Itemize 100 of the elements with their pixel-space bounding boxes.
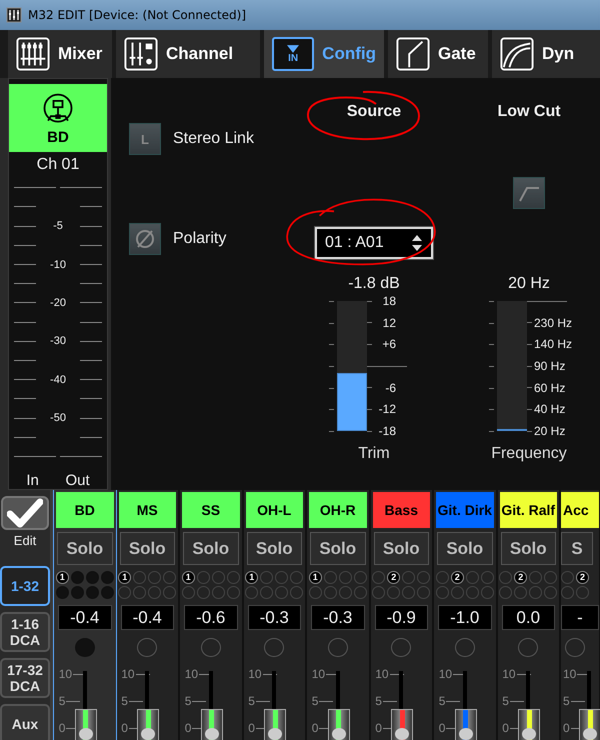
dca-dot[interactable] [290,571,304,584]
fader-knob[interactable] [391,709,414,740]
dca-dot[interactable] [70,571,84,584]
channel-name-tile[interactable]: OH-R [309,492,366,528]
dca-dot[interactable] [163,571,176,584]
channel-strip[interactable]: Git. Ralf Solo 2 0.0 10 5 0 [498,490,561,740]
fader-knob[interactable] [579,709,600,740]
dca-dot[interactable] [544,571,558,584]
dca-dot[interactable]: 2 [576,571,589,584]
dca-dot[interactable] [133,586,146,600]
solo-button[interactable]: Solo [500,532,556,566]
dca-dot[interactable] [275,586,288,600]
dca-dot[interactable] [372,586,386,600]
dca-dot[interactable] [561,586,574,600]
solo-button[interactable]: Solo [374,532,429,566]
dca-dot[interactable] [163,586,176,600]
dca-dot[interactable] [387,586,400,600]
tab[interactable]: Channel [116,30,260,78]
channel-name-tile[interactable]: Git. Dirk [436,492,494,528]
dca-dot[interactable] [402,571,416,584]
dca-dot[interactable]: 2 [450,571,464,584]
solo-button[interactable]: Solo [57,532,112,566]
dca-dot[interactable] [417,571,430,584]
dca-dot[interactable] [308,586,322,600]
dca-dot[interactable] [529,586,542,600]
select-circle[interactable] [200,638,221,658]
channel-name-tile[interactable]: MS [118,492,176,528]
dca-dot[interactable] [402,586,416,600]
polarity-toggle[interactable] [129,223,161,255]
dca-dot[interactable] [260,586,274,600]
dca-dot[interactable] [148,571,162,584]
solo-button[interactable]: Solo [310,532,366,566]
dca-dot[interactable]: 2 [514,571,528,584]
fader-knob[interactable] [454,709,477,740]
dca-dot[interactable] [324,586,337,600]
dca-dot[interactable] [324,571,337,584]
dca-dot[interactable] [196,571,210,584]
fader-knob[interactable] [328,709,350,740]
dca-dot[interactable] [133,571,146,584]
dca-dot[interactable] [417,586,430,600]
select-circle[interactable] [264,638,284,658]
select-circle[interactable] [391,638,412,658]
tab[interactable]: IN Config [264,30,384,78]
dca-dot[interactable] [226,571,240,584]
dca-dot[interactable] [100,571,114,584]
channel-name-tile[interactable]: OH-L [246,492,303,528]
bank-button[interactable]: 1-16 DCA [0,612,50,652]
dca-dot[interactable] [354,571,367,584]
select-circle[interactable] [137,638,158,658]
low-cut-toggle[interactable] [513,176,545,208]
channel-name-tile[interactable]: Bass [372,492,430,528]
slider-track[interactable] [337,301,367,431]
channel-name-tile[interactable]: SS [182,492,240,528]
dca-dot[interactable] [212,571,225,584]
solo-button[interactable]: S [561,532,593,566]
dca-dot[interactable]: 1 [182,571,195,584]
channel-strip[interactable]: Git. Dirk Solo 2 -1.0 10 5 0 [434,490,498,740]
tab[interactable]: Mixer [8,30,112,78]
channel-name-tile[interactable]: Acc [561,492,599,528]
dca-dot[interactable]: 1 [56,571,69,584]
dca-dot[interactable] [148,586,162,600]
solo-button[interactable]: Solo [437,532,492,566]
channel-strip[interactable]: Acc S 2 - 10 5 0 [561,490,600,740]
tab[interactable]: Gate [388,30,488,78]
channel-strip[interactable]: OH-R Solo 1 -0.3 10 5 0 [307,490,370,740]
channel-strip[interactable]: OH-L Solo 1 -0.3 10 5 0 [244,490,307,740]
channel-strip[interactable]: SS Solo 1 -0.6 10 5 0 [180,490,244,740]
dca-dot[interactable]: 1 [118,571,132,584]
dca-dot[interactable] [196,586,210,600]
select-circle[interactable] [74,638,95,658]
channel-name-tile[interactable]: Git. Ralf [500,492,557,528]
dca-dot[interactable]: 2 [387,571,400,584]
dca-dot[interactable] [544,586,558,600]
fader-knob[interactable] [518,709,540,740]
source-select[interactable]: 01 : A01 [315,227,433,259]
select-circle[interactable] [565,638,585,658]
select-circle[interactable] [454,638,475,658]
bank-button[interactable]: 1-32 [0,566,50,606]
dca-dot[interactable] [118,586,132,600]
dca-dot[interactable] [226,586,240,600]
dca-dot[interactable] [260,571,274,584]
dca-dot[interactable] [466,571,479,584]
dca-dot[interactable] [480,571,494,584]
solo-button[interactable]: Solo [246,532,302,566]
edit-button[interactable] [1,496,49,530]
dca-dot[interactable] [354,586,367,600]
dca-dot[interactable] [499,571,512,584]
channel-strip[interactable]: BD Solo 1 -0.4 10 5 0 [53,490,116,740]
select-circle[interactable] [328,638,348,658]
bank-button[interactable]: 17-32 DCA [0,658,50,698]
dca-dot[interactable] [338,586,352,600]
dca-dot[interactable] [450,586,464,600]
fader-knob[interactable] [264,709,286,740]
tab[interactable]: Dyn [492,30,600,78]
dca-dot[interactable] [245,586,258,600]
dca-dot[interactable] [561,571,574,584]
dca-dot[interactable] [480,586,494,600]
channel-name-tile[interactable]: BD [9,84,107,152]
channel-name-tile[interactable]: BD [56,492,114,528]
dca-dot[interactable] [70,586,84,600]
